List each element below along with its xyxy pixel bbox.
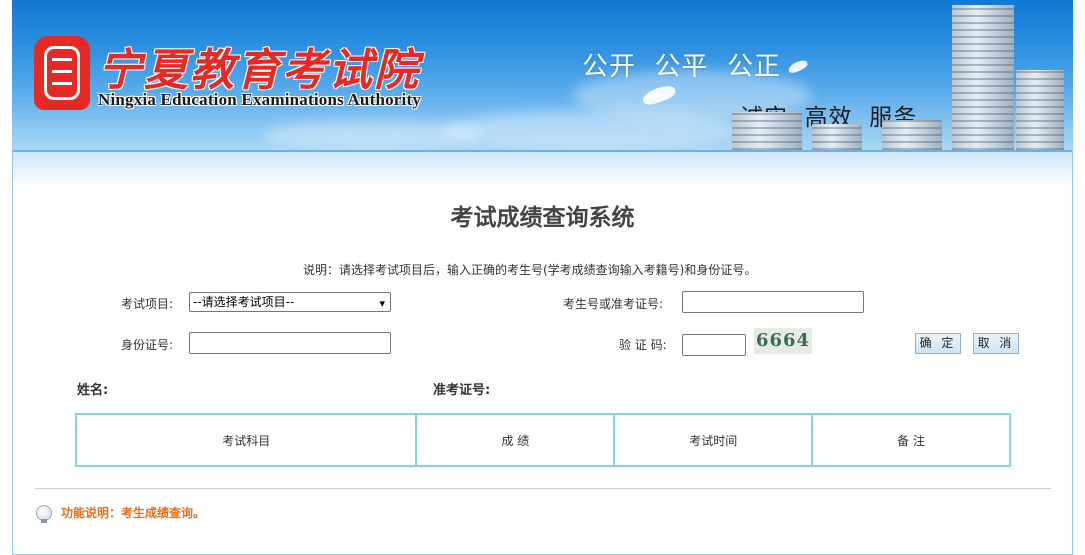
ticket-number-label: 准考证号:: [433, 383, 491, 398]
exam-item-label: 考试项目:: [121, 297, 174, 311]
lightbulb-icon: [36, 505, 52, 523]
column-header-subject: 考试科目: [74, 413, 418, 467]
id-number-input[interactable]: [189, 332, 391, 354]
query-panel: 考试成绩查询系统 说明：请选择考试项目后，输入正确的考生号(学考成绩查询输入考籍…: [12, 150, 1073, 555]
building-image: [812, 124, 862, 150]
name-label: 姓名:: [77, 383, 109, 398]
confirm-button[interactable]: 确 定: [915, 333, 961, 354]
building-image: [1016, 70, 1064, 150]
panel-header-bar: [13, 150, 1072, 182]
page-title: 考试成绩查询系统: [450, 205, 635, 231]
id-number-label: 身份证号:: [121, 338, 174, 352]
candidate-number-input[interactable]: [682, 291, 864, 313]
header-banner: 宁夏教育考试院 Ningxia Education Examinations A…: [12, 0, 1073, 150]
column-header-exam-time: 考试时间: [613, 413, 814, 467]
exam-item-selected-value: --请选择考试项目--: [193, 295, 295, 309]
function-note: 功能说明：考生成绩查询。: [61, 506, 206, 520]
building-image: [952, 5, 1014, 150]
building-image: [732, 112, 802, 150]
chevron-down-icon: ▾: [379, 297, 385, 310]
instructions-text: 说明：请选择考试项目后，输入正确的考生号(学考成绩查询输入考籍号)和身份证号。: [303, 263, 757, 277]
captcha-label: 验 证 码:: [619, 338, 667, 352]
column-header-remarks: 备 注: [811, 413, 1011, 467]
candidate-number-label: 考生号或准考证号:: [563, 297, 664, 311]
table-header-row: 考试科目 成 绩 考试时间 备 注: [74, 413, 1011, 467]
dove-icon: [787, 58, 809, 75]
logo-chinese-name: 宁夏教育考试院: [98, 45, 420, 96]
results-table: 考试科目 成 绩 考试时间 备 注: [74, 413, 1011, 467]
captcha-input[interactable]: [682, 334, 746, 356]
logo-seal-icon: [34, 36, 90, 110]
captcha-image[interactable]: 6664: [754, 328, 812, 354]
logo-english-name: Ningxia Education Examinations Authority: [98, 90, 422, 109]
building-image: [882, 120, 942, 150]
cancel-button[interactable]: 取 消: [973, 333, 1019, 354]
exam-item-select[interactable]: --请选择考试项目-- ▾: [189, 292, 391, 312]
divider: [35, 488, 1051, 489]
slogan-top: 公开 公平 公正: [582, 52, 782, 82]
column-header-score: 成 绩: [415, 413, 616, 467]
